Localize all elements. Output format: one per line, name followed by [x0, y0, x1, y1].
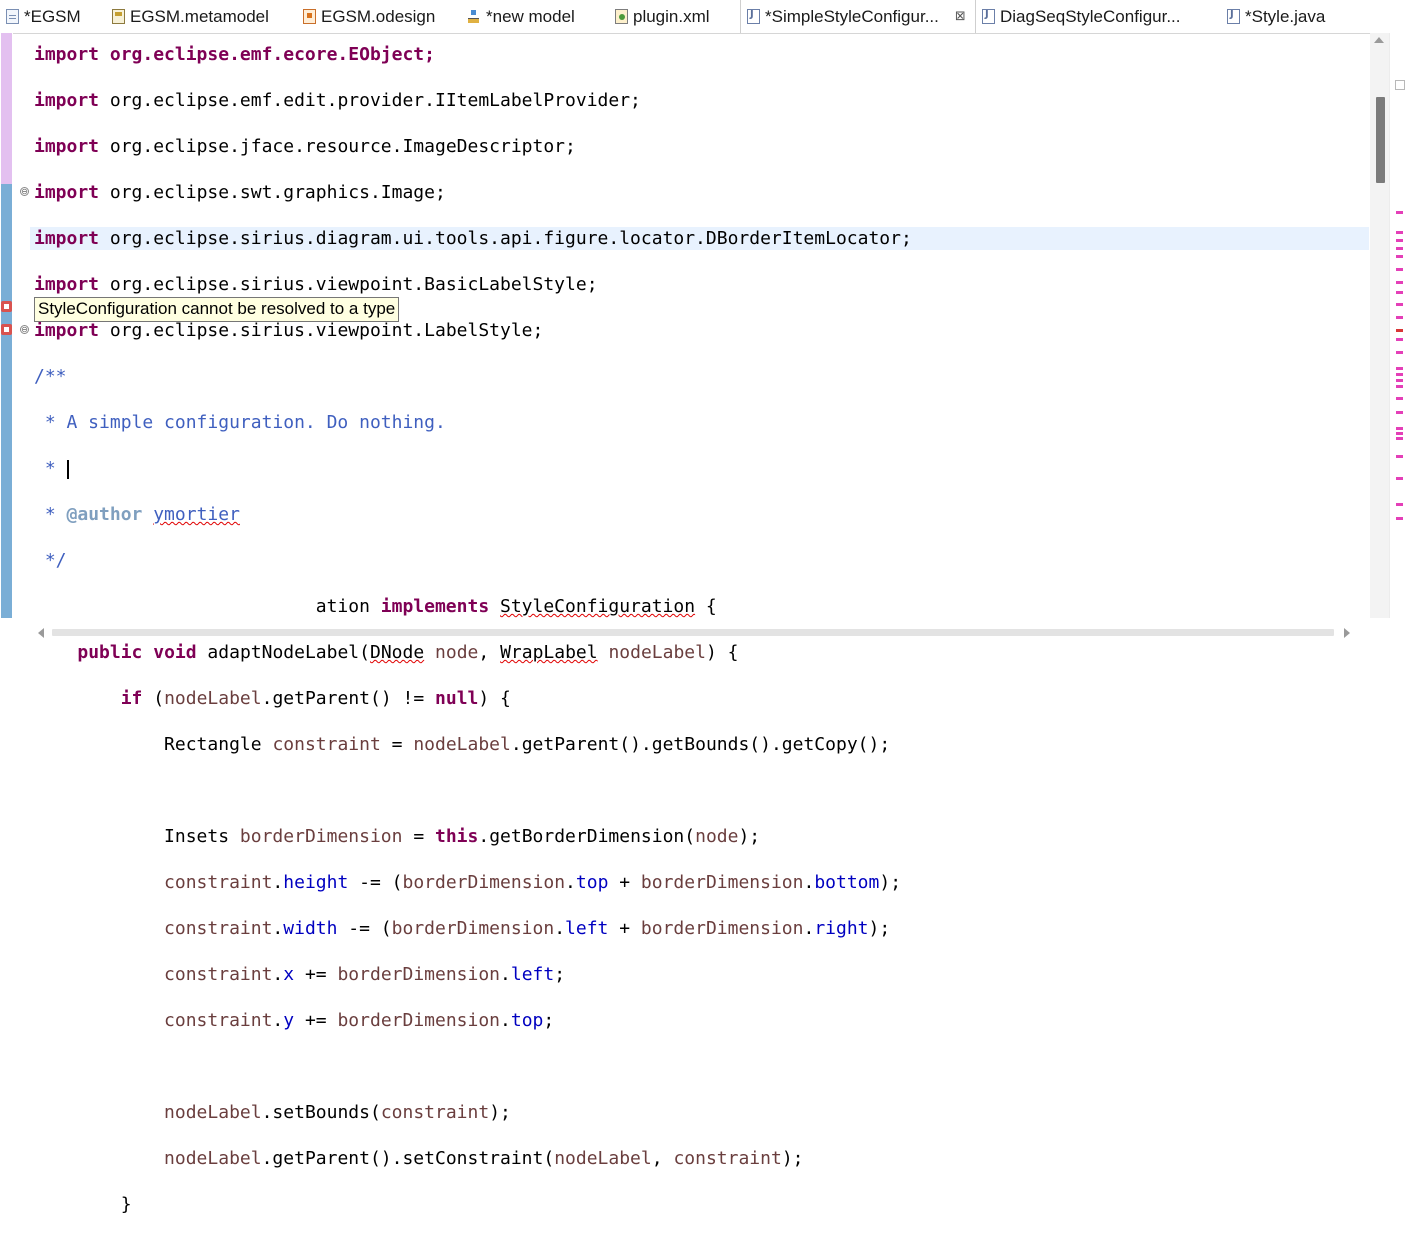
- code-line: /**: [34, 366, 67, 387]
- tab-diag-seq-style-configuration[interactable]: DiagSeqStyleConfigur...: [982, 0, 1181, 33]
- overview-marker[interactable]: [1396, 351, 1403, 354]
- overview-marker[interactable]: [1396, 268, 1403, 271]
- code-line: constraint.width -= (borderDimension.lef…: [164, 918, 891, 939]
- code-line: import org.eclipse.sirius.viewpoint.Basi…: [34, 274, 598, 295]
- overview-ruler[interactable]: [1389, 33, 1408, 618]
- code-line: import org.eclipse.emf.edit.provider.IIt…: [34, 90, 641, 111]
- overview-marker[interactable]: [1396, 517, 1403, 520]
- code-line: constraint.height -= (borderDimension.to…: [164, 872, 902, 893]
- text-caret: [66, 459, 69, 479]
- overview-marker[interactable]: [1396, 231, 1403, 234]
- tab-label: DiagSeqStyleConfigur...: [1000, 6, 1181, 26]
- code-line: import org.eclipse.sirius.diagram.ui.too…: [34, 228, 912, 249]
- code-line: nodeLabel.getParent().setConstraint(node…: [164, 1148, 804, 1169]
- overview-marker[interactable]: [1396, 291, 1403, 294]
- code-line: constraint.y += borderDimension.top;: [164, 1010, 555, 1031]
- tab-style-java[interactable]: *Style.java: [1227, 0, 1325, 33]
- code-line: * A simple configuration. Do nothing.: [34, 412, 446, 433]
- overview-marker[interactable]: [1396, 367, 1403, 370]
- vertical-scroll-thumb[interactable]: [1376, 97, 1385, 183]
- vertical-scrollbar[interactable]: [1370, 33, 1389, 618]
- overview-marker[interactable]: [1396, 455, 1403, 458]
- code-line: Rectangle constraint = nodeLabel.getPare…: [164, 734, 891, 755]
- overview-marker[interactable]: [1396, 281, 1403, 284]
- overview-marker[interactable]: [1396, 255, 1403, 258]
- code-line: Insets borderDimension = this.getBorderD…: [164, 826, 761, 847]
- code-line: constraint.x += borderDimension.left;: [164, 964, 566, 985]
- scroll-right-arrow-icon[interactable]: [1344, 628, 1350, 638]
- code-line: ation implements StyleConfiguration {: [34, 596, 717, 617]
- java-file-icon: [1227, 9, 1240, 24]
- overview-marker[interactable]: [1396, 477, 1403, 480]
- overview-marker[interactable]: [1396, 437, 1403, 440]
- overview-marker[interactable]: [1396, 432, 1403, 435]
- overview-marker[interactable]: [1396, 247, 1403, 250]
- code-line: */: [34, 550, 67, 571]
- scroll-left-arrow-icon[interactable]: [38, 628, 44, 638]
- fold-toggle-icon[interactable]: ⊖: [20, 187, 29, 196]
- code-line: import org.eclipse.jface.resource.ImageD…: [34, 136, 576, 157]
- overview-marker[interactable]: [1396, 427, 1403, 430]
- code-line: nodeLabel.setBounds(constraint);: [164, 1102, 511, 1123]
- overview-marker[interactable]: [1396, 211, 1403, 214]
- quick-diff-bar: [1, 184, 12, 618]
- code-line: * @author ymortier: [34, 504, 240, 525]
- overview-marker[interactable]: [1396, 379, 1403, 382]
- java-file-icon: [982, 9, 995, 24]
- overview-marker[interactable]: [1396, 338, 1403, 341]
- tab-label: *Style.java: [1245, 6, 1326, 26]
- overview-marker[interactable]: [1396, 397, 1403, 400]
- close-icon[interactable]: ⊠: [955, 9, 966, 24]
- overview-status-icon: [1395, 80, 1405, 90]
- error-tooltip: StyleConfiguration cannot be resolved to…: [34, 297, 400, 322]
- overview-error-marker[interactable]: [1396, 329, 1403, 332]
- code-line: import org.eclipse.swt.graphics.Image;: [34, 182, 446, 203]
- quick-diff-bar: [1, 33, 12, 184]
- code-line: if (nodeLabel.getParent() != null) {: [120, 688, 511, 709]
- overview-marker[interactable]: [1396, 503, 1403, 506]
- code-line: }: [34, 1194, 132, 1215]
- horizontal-scrollbar[interactable]: [30, 622, 1370, 642]
- code-line: *: [34, 458, 69, 479]
- code-line: import org.eclipse.emf.ecore.EObject;: [34, 44, 435, 65]
- code-line: import org.eclipse.sirius.viewpoint.Labe…: [34, 320, 544, 341]
- diagram-file-icon: [6, 9, 19, 24]
- code-line: public void adaptNodeLabel(DNode node, W…: [77, 642, 739, 663]
- error-marker-icon[interactable]: [1, 301, 12, 312]
- horizontal-scroll-thumb[interactable]: [52, 629, 1334, 636]
- overview-marker[interactable]: [1396, 385, 1403, 388]
- overview-marker[interactable]: [1396, 316, 1403, 319]
- overview-marker[interactable]: [1396, 239, 1403, 242]
- error-marker-icon[interactable]: [1, 324, 12, 335]
- fold-toggle-icon[interactable]: ⊖: [20, 325, 29, 334]
- overview-marker[interactable]: [1396, 373, 1403, 376]
- overview-marker[interactable]: [1396, 411, 1403, 414]
- overview-marker[interactable]: [1396, 303, 1403, 306]
- scroll-up-arrow-icon[interactable]: [1374, 37, 1384, 43]
